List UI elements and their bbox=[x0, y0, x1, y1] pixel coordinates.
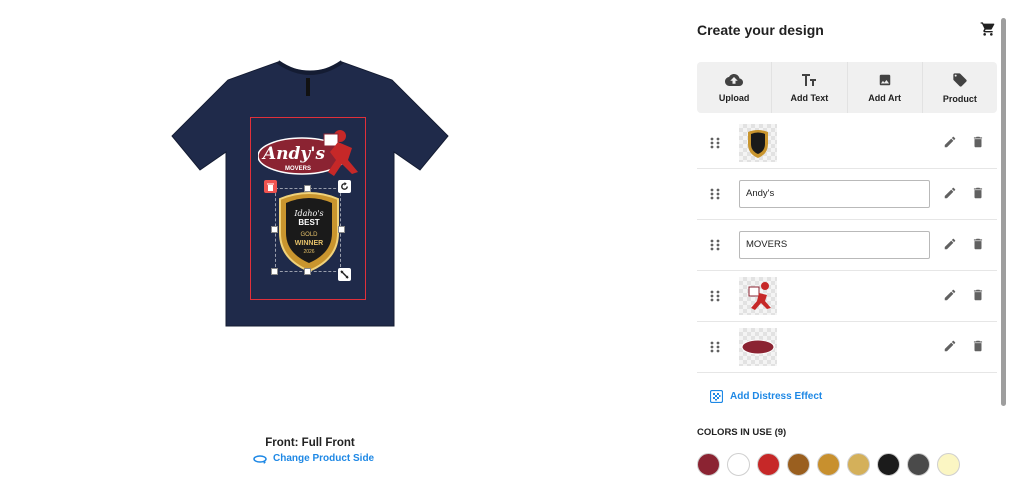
resize-handle-bottom-left[interactable] bbox=[271, 268, 278, 275]
resize-handle-left[interactable] bbox=[271, 226, 278, 233]
oval-thumbnail-image bbox=[741, 339, 775, 355]
add-text-label: Add Text bbox=[790, 92, 829, 103]
logo-main-text: Andy's bbox=[261, 144, 326, 164]
badge-line-1: Idaho's bbox=[293, 209, 323, 218]
color-swatch[interactable] bbox=[877, 453, 900, 476]
color-swatch[interactable] bbox=[937, 453, 960, 476]
delete-trash-icon[interactable] bbox=[971, 288, 985, 302]
edit-pencil-icon[interactable] bbox=[943, 135, 957, 149]
text-fields-icon bbox=[802, 73, 817, 86]
swap-side-icon bbox=[253, 454, 267, 464]
resize-handle-bottom[interactable] bbox=[304, 268, 311, 275]
distress-texture-icon bbox=[710, 390, 723, 403]
layer-row bbox=[697, 118, 997, 169]
andys-logo-art: Andy's MOVERS bbox=[257, 130, 358, 176]
add-text-button[interactable]: Add Text bbox=[772, 62, 848, 113]
scale-selection-button[interactable] bbox=[338, 268, 351, 281]
layer-row bbox=[697, 322, 997, 373]
logo-sub-text: MOVERS bbox=[285, 166, 311, 172]
layer-row: MOVERS bbox=[697, 220, 997, 271]
badge-line-4: WINNER bbox=[295, 240, 323, 247]
distress-label: Add Distress Effect bbox=[730, 391, 823, 402]
edit-pencil-icon[interactable] bbox=[943, 237, 957, 251]
layer-text-input[interactable]: Andy's bbox=[739, 180, 930, 208]
rotate-icon bbox=[341, 182, 348, 190]
resize-diagonal-icon bbox=[340, 270, 349, 279]
color-swatch[interactable] bbox=[697, 453, 720, 476]
drag-handle-icon[interactable] bbox=[710, 290, 720, 302]
upload-label: Upload bbox=[718, 92, 750, 103]
color-swatch[interactable] bbox=[787, 453, 810, 476]
resize-handle-right[interactable] bbox=[338, 226, 345, 233]
colors-in-use-label: COLORS IN USE (9) bbox=[697, 427, 787, 438]
add-distress-effect-link[interactable]: Add Distress Effect bbox=[710, 390, 822, 403]
delete-trash-icon[interactable] bbox=[971, 237, 985, 251]
change-product-side-link[interactable]: Change Product Side bbox=[253, 453, 374, 464]
change-side-label: Change Product Side bbox=[273, 453, 375, 464]
delete-trash-icon[interactable] bbox=[971, 135, 985, 149]
layers-list: Andy's MOVERS bbox=[697, 118, 997, 373]
product-side-label: Front: Full Front bbox=[265, 437, 355, 449]
badge-line-3: GOLD bbox=[300, 232, 318, 238]
layer-text-input[interactable]: MOVERS bbox=[739, 231, 930, 259]
badge-line-2: BEST bbox=[298, 218, 319, 227]
cloud-upload-icon bbox=[725, 73, 744, 86]
layer-row: Andy's bbox=[697, 169, 997, 220]
color-swatch[interactable] bbox=[727, 453, 750, 476]
design-toolbar: Upload Add Text Add Art Product bbox=[697, 62, 997, 113]
delete-trash-icon[interactable] bbox=[971, 186, 985, 200]
gold-winner-badge[interactable]: Idaho's BEST GOLD WINNER 2026 bbox=[276, 189, 342, 273]
color-swatch[interactable] bbox=[757, 453, 780, 476]
product-button[interactable]: Product bbox=[923, 62, 997, 113]
color-swatch[interactable] bbox=[907, 453, 930, 476]
tag-icon bbox=[953, 72, 967, 87]
drag-handle-icon[interactable] bbox=[710, 137, 720, 149]
delete-selection-button[interactable] bbox=[264, 180, 277, 193]
shopping-cart-icon[interactable] bbox=[980, 21, 996, 37]
product-label: Product bbox=[942, 93, 977, 104]
resize-handle-top[interactable] bbox=[304, 185, 311, 192]
mover-thumbnail-image bbox=[748, 282, 771, 310]
drag-handle-icon[interactable] bbox=[710, 341, 720, 353]
color-swatch[interactable] bbox=[817, 453, 840, 476]
color-swatch-list bbox=[697, 453, 960, 476]
badge-thumbnail-image bbox=[748, 130, 768, 158]
panel-title: Create your design bbox=[697, 22, 824, 38]
selection-box: Idaho's BEST GOLD WINNER 2026 bbox=[275, 188, 342, 273]
add-art-label: Add Art bbox=[868, 92, 901, 103]
upload-button[interactable]: Upload bbox=[697, 62, 773, 113]
layer-thumbnail-mover[interactable] bbox=[739, 277, 777, 315]
rotate-selection-button[interactable] bbox=[338, 180, 351, 193]
layer-row bbox=[697, 271, 997, 322]
design-canvas: Andy's MOVERS Idaho's BEST GOLD WINNER 2… bbox=[0, 0, 620, 489]
edit-pencil-icon[interactable] bbox=[943, 339, 957, 353]
badge-line-5: 2026 bbox=[303, 249, 314, 255]
layer-thumbnail-oval[interactable] bbox=[739, 328, 777, 366]
add-art-button[interactable]: Add Art bbox=[848, 62, 923, 113]
edit-pencil-icon[interactable] bbox=[943, 186, 957, 200]
color-swatch[interactable] bbox=[847, 453, 870, 476]
trash-icon bbox=[267, 183, 274, 191]
edit-pencil-icon[interactable] bbox=[943, 288, 957, 302]
design-panel: Create your design Upload Add Text Add A… bbox=[697, 0, 997, 489]
panel-scrollbar[interactable] bbox=[1001, 18, 1006, 406]
layer-thumbnail-badge[interactable] bbox=[739, 124, 777, 162]
drag-handle-icon[interactable] bbox=[710, 239, 720, 251]
drag-handle-icon[interactable] bbox=[710, 188, 720, 200]
image-icon bbox=[879, 74, 890, 85]
delete-trash-icon[interactable] bbox=[971, 339, 985, 353]
andys-movers-logo[interactable]: Andy's MOVERS bbox=[257, 126, 368, 182]
